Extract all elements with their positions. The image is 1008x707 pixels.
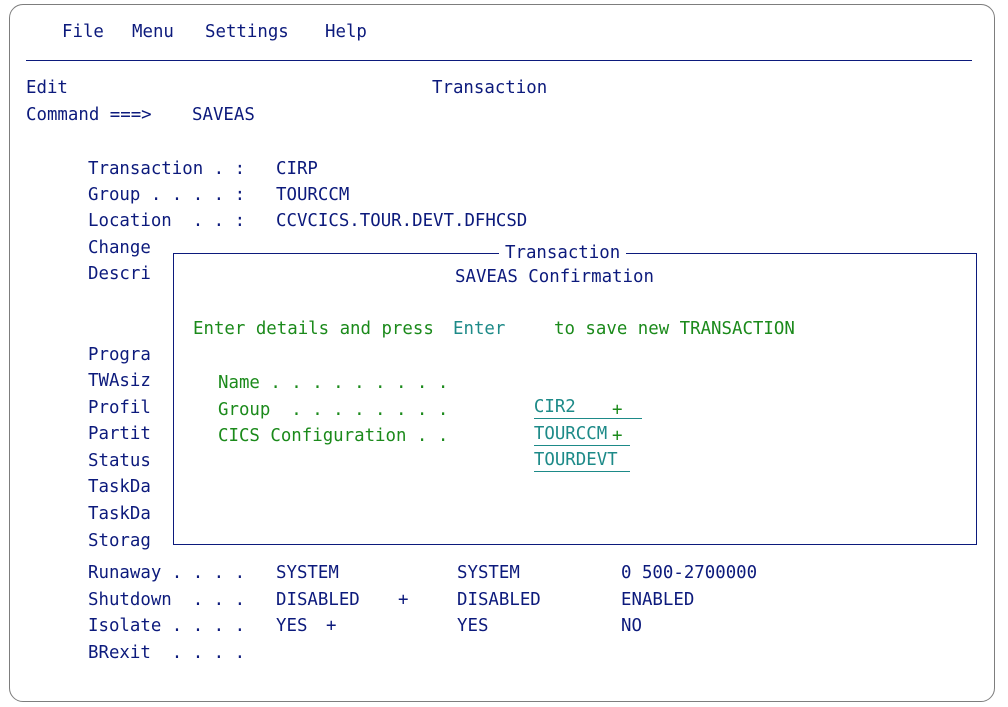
menu-settings[interactable]: Settings xyxy=(205,20,289,44)
shutdown-label: Shutdown . . . xyxy=(88,590,246,610)
transaction-value: CIRP xyxy=(276,159,318,179)
menubar-divider xyxy=(26,60,972,61)
menu-file[interactable]: File xyxy=(62,20,104,44)
dialog-enter-key: Enter xyxy=(453,319,506,339)
dialog-config-input[interactable]: TOURDEVT xyxy=(533,449,630,472)
shutdown-value[interactable]: DISABLED xyxy=(276,588,360,612)
partial-label-twasize: TWAsiz xyxy=(88,371,151,391)
partial-label-description: Descri xyxy=(88,264,151,284)
partial-label-partition: Partit xyxy=(88,424,151,444)
dialog-frame-title: Transaction xyxy=(499,241,627,265)
dialog-instruction-post: to save new TRANSACTION xyxy=(554,319,795,339)
partial-label-taskdata-2: TaskDa xyxy=(88,504,151,524)
runaway-range: 0 500-2700000 xyxy=(621,563,758,583)
dialog-config-prompt[interactable]: + xyxy=(612,424,622,448)
runaway-default: SYSTEM xyxy=(457,563,520,583)
dialog-config-label: CICS Configuration . . xyxy=(218,426,449,446)
dialog-heading: SAVEAS Confirmation xyxy=(455,267,654,287)
dialog-group-label: Group . . . . . . . . xyxy=(218,400,449,420)
isolate-default: YES xyxy=(457,616,489,636)
brexit-label: BRexit . . . . xyxy=(88,643,246,663)
panel-title: Transaction xyxy=(432,78,548,98)
dialog-group-prompt[interactable]: + xyxy=(612,398,622,422)
isolate-range: NO xyxy=(621,616,642,636)
partial-label-taskdata-1: TaskDa xyxy=(88,477,151,497)
runaway-label: Runaway . . . . xyxy=(88,563,246,583)
menu-menu[interactable]: Menu xyxy=(132,20,174,44)
saveas-dialog: Transaction SAVEAS Confirmation Enter de… xyxy=(173,241,977,545)
dialog-name-field[interactable]: CIR2 xyxy=(492,371,642,419)
mode-label: Edit xyxy=(26,78,68,98)
partial-label-change: Change xyxy=(88,238,151,258)
dialog-group-field[interactable]: TOURCCM xyxy=(492,398,630,446)
shutdown-default: DISABLED xyxy=(457,590,541,610)
partial-label-profile: Profil xyxy=(88,398,151,418)
partial-label-storage: Storag xyxy=(88,531,151,551)
location-label: Location . . : xyxy=(88,211,246,231)
partial-label-status: Status xyxy=(88,451,151,471)
isolate-label: Isolate . . . . xyxy=(88,616,246,636)
group-value: TOURCCM xyxy=(276,185,350,205)
command-input[interactable]: SAVEAS xyxy=(192,103,255,127)
location-value: CCVCICS.TOUR.DEVT.DFHCSD xyxy=(276,211,528,231)
partial-label-program: Progra xyxy=(88,345,151,365)
dialog-instruction-pre: Enter details and press xyxy=(193,319,434,339)
transaction-label: Transaction . : xyxy=(88,159,246,179)
group-label: Group . . . . : xyxy=(88,185,246,205)
runaway-value[interactable]: SYSTEM xyxy=(276,561,339,585)
isolate-value[interactable]: YES xyxy=(276,614,307,638)
dialog-config-field[interactable]: TOURDEVT xyxy=(492,424,630,472)
menu-help[interactable]: Help xyxy=(325,20,367,44)
isolate-prompt[interactable]: + xyxy=(326,614,336,638)
command-label: Command ===> xyxy=(26,105,152,125)
dialog-name-label: Name . . . . . . . . . xyxy=(218,373,449,393)
shutdown-range: ENABLED xyxy=(621,590,695,610)
shutdown-prompt[interactable]: + xyxy=(398,588,408,612)
